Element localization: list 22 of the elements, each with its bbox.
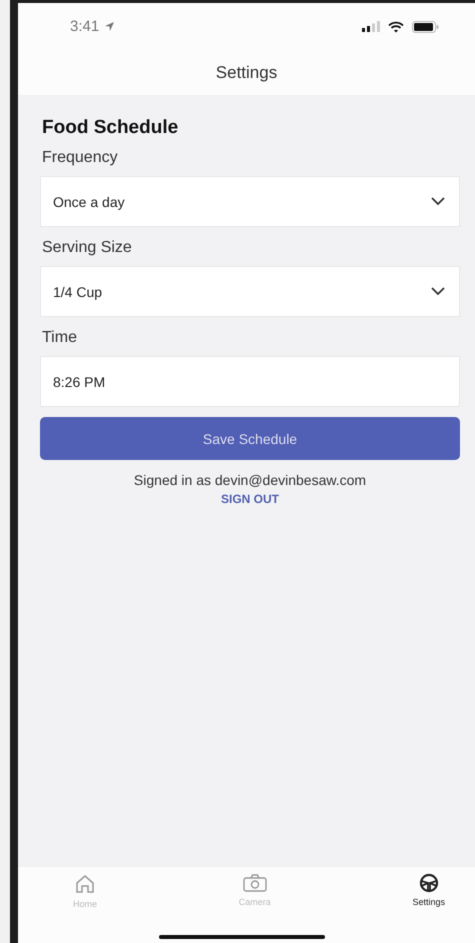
tab-bar-item[interactable]: Settings xyxy=(412,873,445,909)
wifi-icon xyxy=(388,20,404,32)
field-label: Time xyxy=(42,329,78,347)
input-field[interactable]: 8:26 PM xyxy=(40,356,460,407)
status-time: 3:41 xyxy=(70,18,100,35)
section-title: Food Schedule xyxy=(42,117,180,139)
chevron-down-icon xyxy=(431,287,445,296)
screen-title: Settings xyxy=(216,62,278,82)
dropdown-field[interactable]: 1/4 Cup xyxy=(40,266,460,317)
save-button[interactable]: Save Schedule xyxy=(40,417,460,460)
location-arrow-icon xyxy=(104,21,116,32)
field-label: Serving Size xyxy=(42,239,133,257)
signal-icon xyxy=(362,21,380,32)
battery-icon xyxy=(412,20,439,32)
home-icon xyxy=(74,873,96,895)
steering-wheel-icon xyxy=(418,873,439,893)
signed-in-text: Signed in as devin@devinbesaw.com xyxy=(134,472,366,488)
chevron-down-icon xyxy=(431,197,445,206)
camera-icon xyxy=(242,873,268,893)
field-label: Frequency xyxy=(42,149,119,167)
sign-out-link[interactable]: SIGN OUT xyxy=(220,492,279,506)
dropdown-field[interactable]: Once a day xyxy=(40,176,460,227)
